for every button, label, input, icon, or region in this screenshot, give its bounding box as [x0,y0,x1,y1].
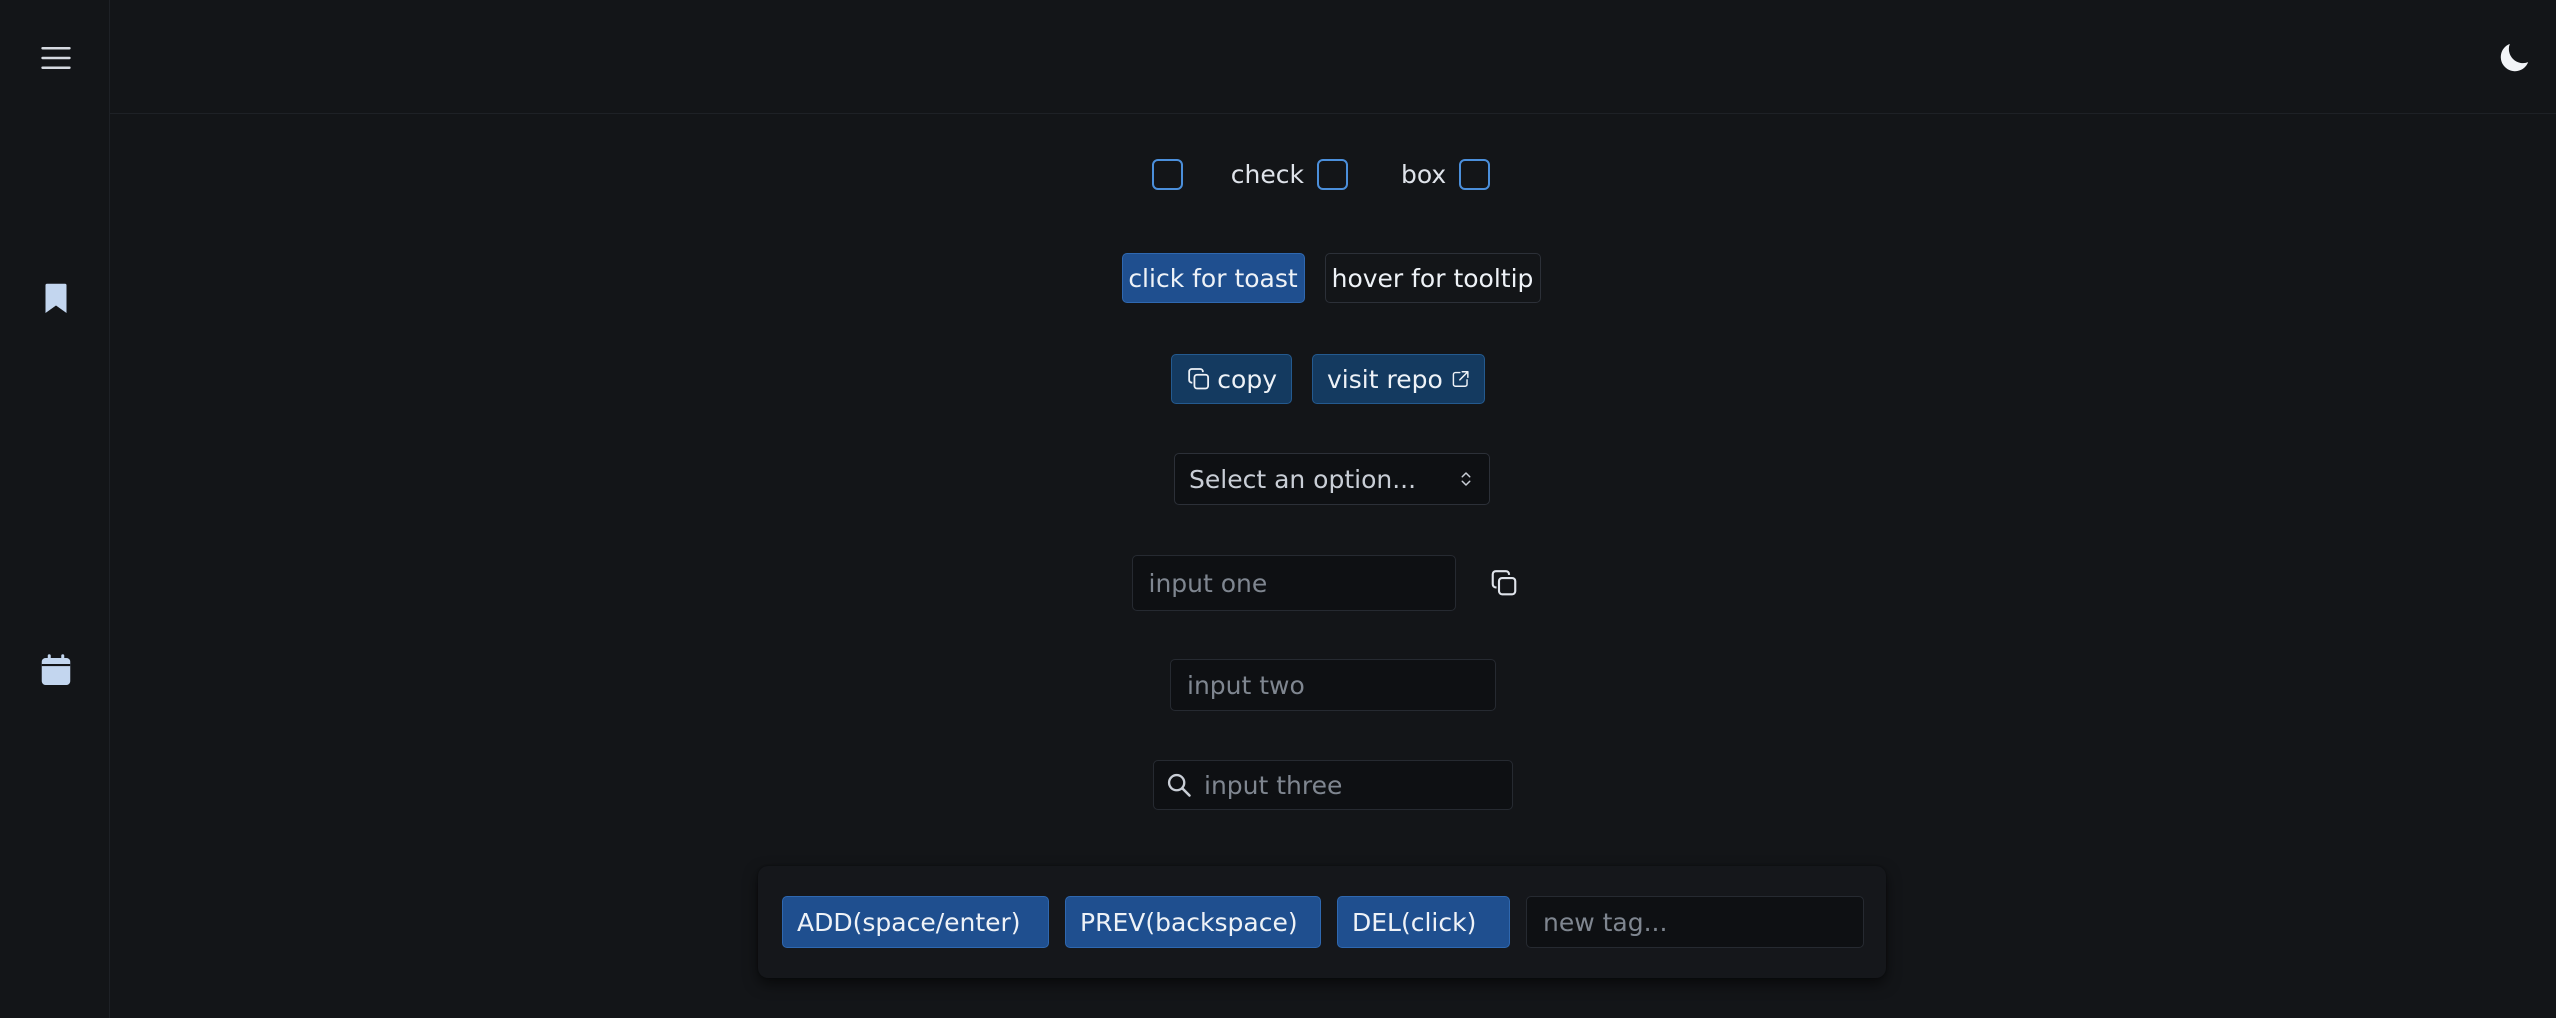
input-three[interactable] [1153,760,1513,810]
toast-tooltip-row: click for toast hover for tooltip [110,252,2556,304]
copy-label: copy [1217,364,1277,394]
new-tag-input[interactable] [1526,896,1864,948]
copy-visit-row: copy visit repo [110,353,2556,405]
input-one-row [110,555,2556,611]
checkbox-1[interactable] [1151,158,1183,190]
calendar-icon[interactable] [38,652,74,688]
checkbox-check[interactable] [1317,158,1348,190]
menu-icon[interactable] [38,40,74,76]
tag-del[interactable]: DEL(click) [1337,896,1510,948]
copy-button[interactable]: copy [1171,354,1292,404]
checkbox-row: check box [110,157,2556,191]
copy-icon [1188,368,1210,390]
tag-prev[interactable]: PREV(backspace) [1065,896,1321,948]
search-field [1153,760,1513,810]
checkbox-label-check: check [1230,159,1304,189]
tag-input-panel: ADD(space/enter) PREV(backspace) DEL(cli… [758,866,1886,978]
copy-icon[interactable] [1489,568,1519,598]
checkbox-box[interactable] [1459,158,1491,190]
input-two-row [110,659,2556,711]
moon-icon[interactable] [2494,38,2534,78]
chevron-up-down-icon [1461,472,1471,486]
visit-repo-label: visit repo [1327,364,1443,394]
option-select[interactable]: Select an option... [1174,453,1490,505]
visit-repo-button[interactable]: visit repo [1312,354,1485,404]
tooltip-button[interactable]: hover for tooltip [1324,253,1541,303]
select-placeholder: Select an option... [1189,464,1417,494]
top-bar [110,0,2556,114]
bookmark-icon[interactable] [38,280,74,316]
select-row: Select an option... [110,453,2556,505]
input-three-row [110,760,2556,810]
search-icon [1167,773,1191,797]
tag-add[interactable]: ADD(space/enter) [782,896,1049,948]
input-two[interactable] [1170,659,1496,711]
toast-button[interactable]: click for toast [1121,253,1305,303]
checkbox-label-box: box [1401,159,1447,189]
external-link-icon [1452,371,1469,387]
sidebar [0,0,110,1018]
input-one[interactable] [1131,555,1456,611]
